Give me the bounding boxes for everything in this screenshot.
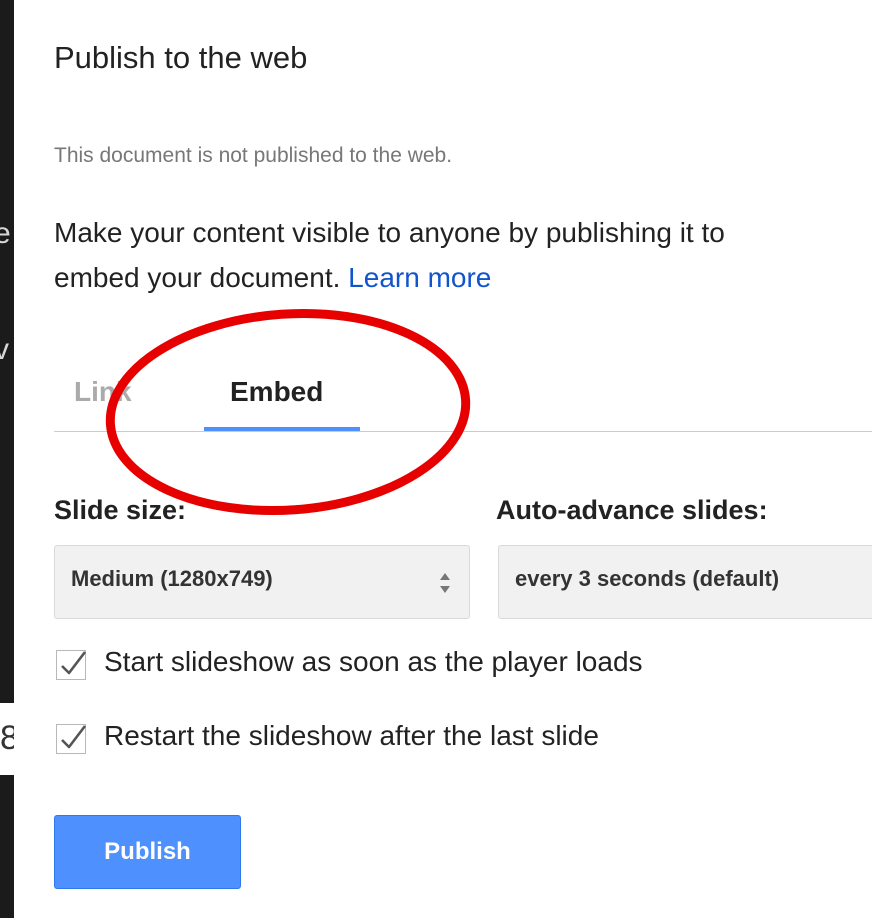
tab-embed[interactable]: Embed <box>230 376 323 408</box>
description-text: embed your document. <box>54 262 349 293</box>
start-on-load-label: Start slideshow as soon as the player lo… <box>104 646 643 677</box>
dialog-title: Publish to the web <box>54 40 308 75</box>
select-arrows-icon <box>439 570 451 596</box>
auto-advance-label: Auto-advance slides: <box>496 495 768 525</box>
tab-link[interactable]: Link <box>74 376 132 408</box>
tabs-divider <box>54 431 872 432</box>
background-app-strip <box>0 0 14 918</box>
learn-more-link[interactable]: Learn more <box>348 262 491 293</box>
publish-tabs: Link Embed <box>54 370 872 432</box>
restart-after-last-label: Restart the slideshow after the last sli… <box>104 720 599 751</box>
slide-size-value: Medium (1280x749) <box>71 566 273 591</box>
publish-status-text: This document is not published to the we… <box>54 144 453 167</box>
dialog-description: Make your content visible to anyone by p… <box>54 210 872 300</box>
auto-advance-value: every 3 seconds (default) <box>515 566 780 591</box>
background-fragment: l <box>0 263 14 321</box>
auto-advance-select[interactable]: every 3 seconds (default) <box>498 545 872 619</box>
slide-size-select[interactable]: Medium (1280x749) <box>54 545 470 619</box>
background-text-fragments: e l v <box>0 205 14 379</box>
background-input-fragment: 8 <box>0 703 14 775</box>
background-fragment: v <box>0 333 9 366</box>
description-line: embed your document. Learn more <box>54 255 872 300</box>
restart-after-last-checkbox[interactable] <box>56 724 87 754</box>
background-fragment: e <box>0 217 11 250</box>
background-digit: 8 <box>0 719 14 757</box>
description-line: Make your content visible to anyone by p… <box>54 217 725 248</box>
checkmark-icon <box>61 651 87 675</box>
start-on-load-checkbox[interactable] <box>56 650 87 680</box>
slide-size-label: Slide size: <box>54 495 187 525</box>
checkmark-icon <box>61 725 87 749</box>
publish-button[interactable]: Publish <box>54 815 241 889</box>
publish-dialog: Publish to the web This document is not … <box>14 0 872 918</box>
